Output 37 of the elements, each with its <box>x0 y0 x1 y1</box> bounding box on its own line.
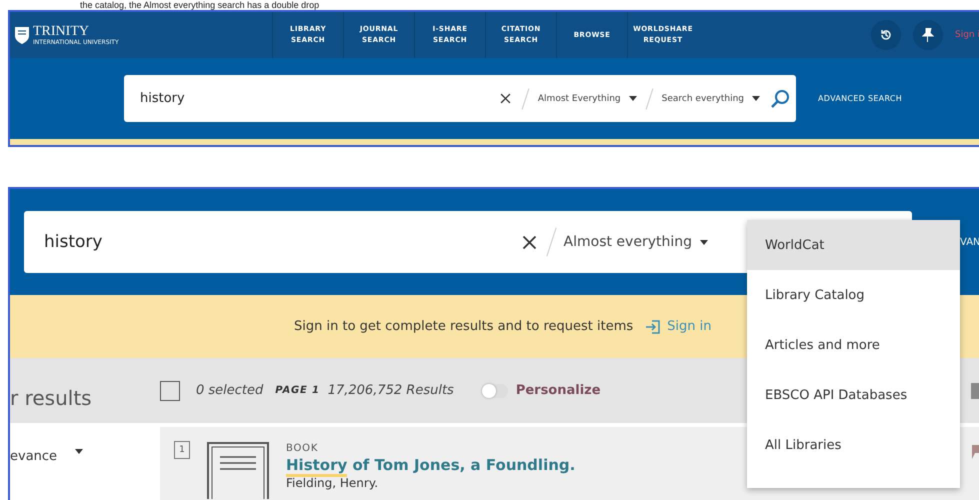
select-all-checkbox[interactable] <box>160 380 180 401</box>
results-count: 17,206,752 Results <box>328 383 454 398</box>
result-title-link[interactable]: History of Tom Jones, a Foundling. <box>286 456 576 474</box>
search-input[interactable]: history <box>24 231 516 254</box>
menu-item[interactable]: Library Catalog <box>747 270 960 320</box>
result-type: BOOK <box>286 443 320 454</box>
scope-dropdown[interactable]: Almost Everything <box>534 94 641 104</box>
clear-icon <box>522 234 537 250</box>
menu-item[interactable]: WorldCat <box>747 220 960 270</box>
search-icon <box>770 88 790 108</box>
history-button[interactable] <box>871 20 901 50</box>
caret-icon <box>752 96 760 101</box>
search-input[interactable]: history <box>124 90 494 107</box>
history-icon <box>879 28 893 42</box>
caret-icon <box>628 96 637 101</box>
personalize-label: Personalize <box>516 383 601 398</box>
clear-icon <box>500 93 511 104</box>
page-label: PAGE 1 <box>275 385 320 396</box>
personalize-toggle[interactable] <box>482 384 508 398</box>
caption-text: the catalog, the Almost everything search has a double drop <box>79 0 320 10</box>
selected-count: 0 selected <box>196 383 264 398</box>
pin-button[interactable] <box>913 20 943 50</box>
menu-item[interactable]: All Libraries <box>747 420 960 470</box>
advanced-search-link[interactable]: ADVANCED SEARCH <box>818 94 902 103</box>
book-icon <box>206 441 270 500</box>
sort-dropdown[interactable]: evance <box>10 449 58 464</box>
sign-in-icon <box>645 318 662 335</box>
menu-item[interactable]: EBSCO API Databases <box>747 370 960 420</box>
banner-message: Sign in to get complete results and to request items <box>294 319 634 334</box>
scope-dropdown[interactable]: Almost everything <box>560 234 712 250</box>
search-tab-dropdown[interactable]: Search everything <box>658 94 764 104</box>
result-author: Fielding, Henry. <box>286 476 380 490</box>
caret-icon <box>75 449 84 454</box>
menu-item[interactable]: Articles and more <box>747 320 960 370</box>
caret-icon <box>700 240 708 245</box>
result-number: 1 <box>174 441 190 459</box>
facets-title: r results <box>10 386 93 410</box>
